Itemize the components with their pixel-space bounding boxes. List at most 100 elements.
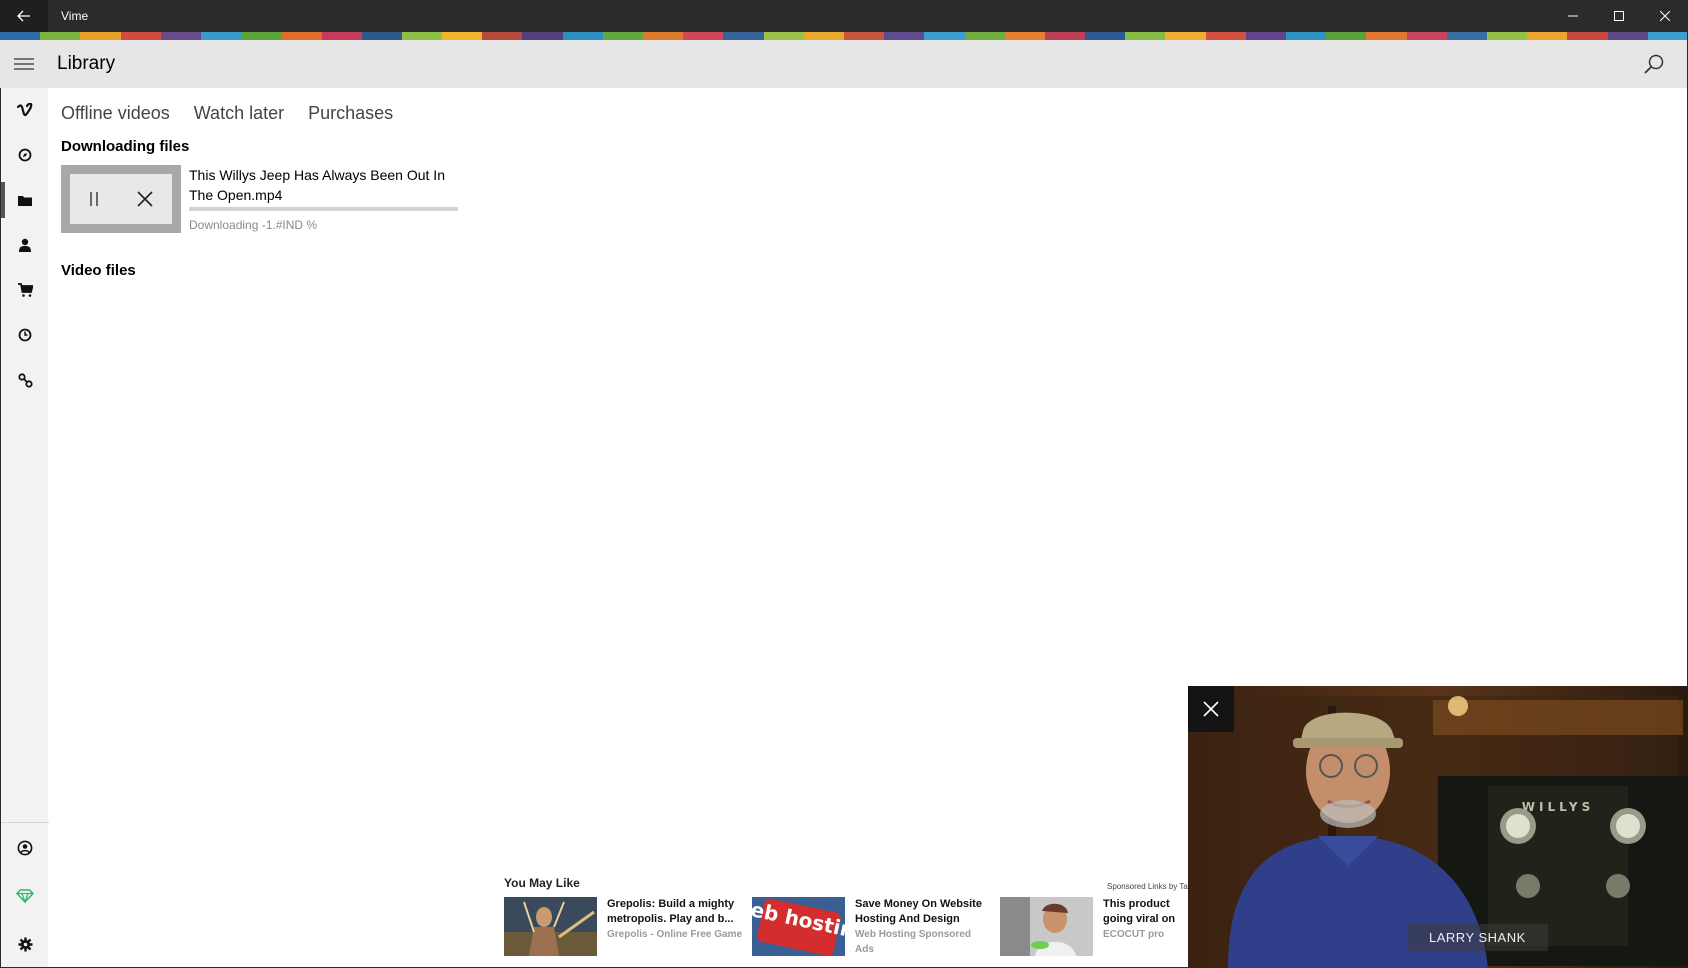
jeep-logo-text: WILLYS bbox=[1522, 800, 1594, 814]
stripe-segment bbox=[683, 32, 724, 40]
stripe-segment bbox=[1205, 32, 1246, 40]
nav-vimeo[interactable] bbox=[1, 88, 49, 132]
tab-purchases[interactable]: Purchases bbox=[308, 99, 393, 127]
ad-title[interactable]: Grepolis: Build a mighty metropolis. Pla… bbox=[607, 897, 744, 927]
ad-source: ECOCUT pro bbox=[1103, 929, 1165, 940]
pause-button[interactable] bbox=[88, 191, 100, 207]
menu-button[interactable] bbox=[0, 40, 48, 88]
ads-heading: You May Like bbox=[504, 876, 580, 890]
maximize-button[interactable] bbox=[1596, 0, 1642, 32]
ad-title[interactable]: This product going viral on the internet… bbox=[1103, 897, 1188, 927]
stripe-segment bbox=[1286, 32, 1327, 40]
ad-item[interactable]: This product going viral on the internet… bbox=[1000, 897, 1188, 957]
stripe-segment bbox=[1486, 32, 1528, 40]
nav-account[interactable] bbox=[1, 826, 49, 870]
stripe-segment bbox=[1004, 32, 1045, 40]
download-controls-panel bbox=[70, 174, 172, 224]
minimize-button[interactable] bbox=[1550, 0, 1596, 32]
stripe-segment bbox=[321, 32, 362, 40]
stripe-segment bbox=[1085, 32, 1126, 40]
stripe-segment bbox=[1567, 32, 1608, 40]
nav-explore[interactable] bbox=[1, 133, 49, 177]
close-window-button[interactable] bbox=[1642, 0, 1688, 32]
tab-offline-videos[interactable]: Offline videos bbox=[61, 99, 170, 127]
stripe-segment bbox=[241, 32, 282, 40]
search-button[interactable] bbox=[1630, 40, 1678, 88]
stripe-segment bbox=[643, 32, 684, 40]
mini-video-player[interactable]: WILLYS LARRY SHANK bbox=[1188, 686, 1688, 968]
ad-thumbnail[interactable] bbox=[1000, 897, 1093, 956]
sponsored-label[interactable]: Sponsored Links by Taboola bbox=[1107, 882, 1188, 891]
nav-library[interactable] bbox=[1, 178, 49, 222]
stripe-segment bbox=[522, 32, 563, 40]
nav-watch-later[interactable] bbox=[1, 313, 49, 357]
tab-watch-later[interactable]: Watch later bbox=[194, 99, 284, 127]
download-file-name: This Willys Jeep Has Always Been Out In … bbox=[189, 167, 445, 203]
stripe-segment bbox=[401, 32, 443, 40]
nav-premium[interactable] bbox=[1, 874, 49, 918]
ad-item[interactable]: Grepolis: Build a mighty metropolis. Pla… bbox=[504, 897, 744, 957]
stripe-segment bbox=[200, 32, 242, 40]
stripe-segment bbox=[763, 32, 804, 40]
minimize-icon bbox=[1568, 15, 1578, 17]
nav-settings[interactable] bbox=[1, 922, 49, 966]
stripe-segment bbox=[562, 32, 603, 40]
downloading-heading: Downloading files bbox=[61, 138, 190, 155]
settings-gear-icon bbox=[18, 937, 32, 951]
nav-me[interactable] bbox=[1, 223, 49, 267]
stripe-segment bbox=[1446, 32, 1487, 40]
stripe-segment bbox=[1125, 32, 1166, 40]
back-button[interactable] bbox=[0, 0, 48, 32]
page-title: Library bbox=[57, 53, 116, 74]
ad-thumbnail[interactable]: web hosting bbox=[752, 897, 845, 956]
search-icon bbox=[1644, 54, 1664, 74]
clock-icon bbox=[18, 328, 32, 342]
vimeo-logo-icon bbox=[17, 103, 33, 117]
ad-thumbnail[interactable] bbox=[504, 897, 597, 956]
maximize-icon bbox=[1614, 11, 1624, 21]
title-bar: Vime bbox=[0, 0, 1688, 32]
close-icon bbox=[1203, 701, 1219, 717]
video-caption: LARRY SHANK bbox=[1407, 924, 1548, 951]
stripe-segment bbox=[442, 32, 483, 40]
stripe-segment bbox=[1165, 32, 1206, 40]
compass-icon bbox=[18, 148, 32, 162]
ad-text: Save Money On Website Hosting And Design… bbox=[855, 897, 992, 957]
ad-source: Web Hosting Sponsored Ads bbox=[855, 929, 971, 955]
person-icon bbox=[19, 238, 31, 252]
diamond-icon bbox=[16, 889, 34, 903]
video-files-heading: Video files bbox=[61, 262, 136, 279]
stripe-segment bbox=[1326, 32, 1367, 40]
nav-purchases[interactable] bbox=[1, 268, 49, 312]
ad-source: Grepolis - Online Free Game bbox=[607, 929, 743, 940]
ad-title[interactable]: Save Money On Website Hosting And Design bbox=[855, 897, 992, 927]
stripe-segment bbox=[482, 32, 523, 40]
cancel-download-button[interactable] bbox=[136, 190, 154, 208]
window-title: Vime bbox=[61, 9, 89, 23]
download-controls bbox=[61, 165, 181, 233]
stripe-segment bbox=[803, 32, 844, 40]
download-progress-bar bbox=[189, 207, 458, 211]
ad-item[interactable]: web hosting Save Money On Website Hostin… bbox=[752, 897, 992, 957]
ad-text: This product going viral on the internet… bbox=[1103, 897, 1188, 942]
close-video-button[interactable] bbox=[1188, 686, 1234, 732]
stripe-segment bbox=[120, 32, 161, 40]
ad-text: Grepolis: Build a mighty metropolis. Pla… bbox=[607, 897, 744, 942]
stripe-segment bbox=[843, 32, 885, 40]
stripe-segment bbox=[1044, 32, 1086, 40]
folder-icon bbox=[18, 196, 32, 206]
stripe-segment bbox=[1607, 32, 1648, 40]
nav-links[interactable] bbox=[1, 358, 49, 402]
stripe-segment bbox=[1647, 32, 1688, 40]
arrow-left-icon bbox=[17, 10, 30, 22]
nav-rail bbox=[0, 88, 49, 968]
link-icon bbox=[17, 372, 33, 388]
rail-divider bbox=[1, 822, 49, 823]
stripe-segment bbox=[1245, 32, 1286, 40]
download-status: Downloading -1.#IND % bbox=[189, 218, 318, 232]
stripe-segment bbox=[884, 32, 925, 40]
stripe-segment bbox=[361, 32, 402, 40]
hamburger-icon bbox=[14, 58, 34, 70]
stripe-segment bbox=[40, 32, 81, 40]
stripe-segment bbox=[0, 32, 41, 40]
